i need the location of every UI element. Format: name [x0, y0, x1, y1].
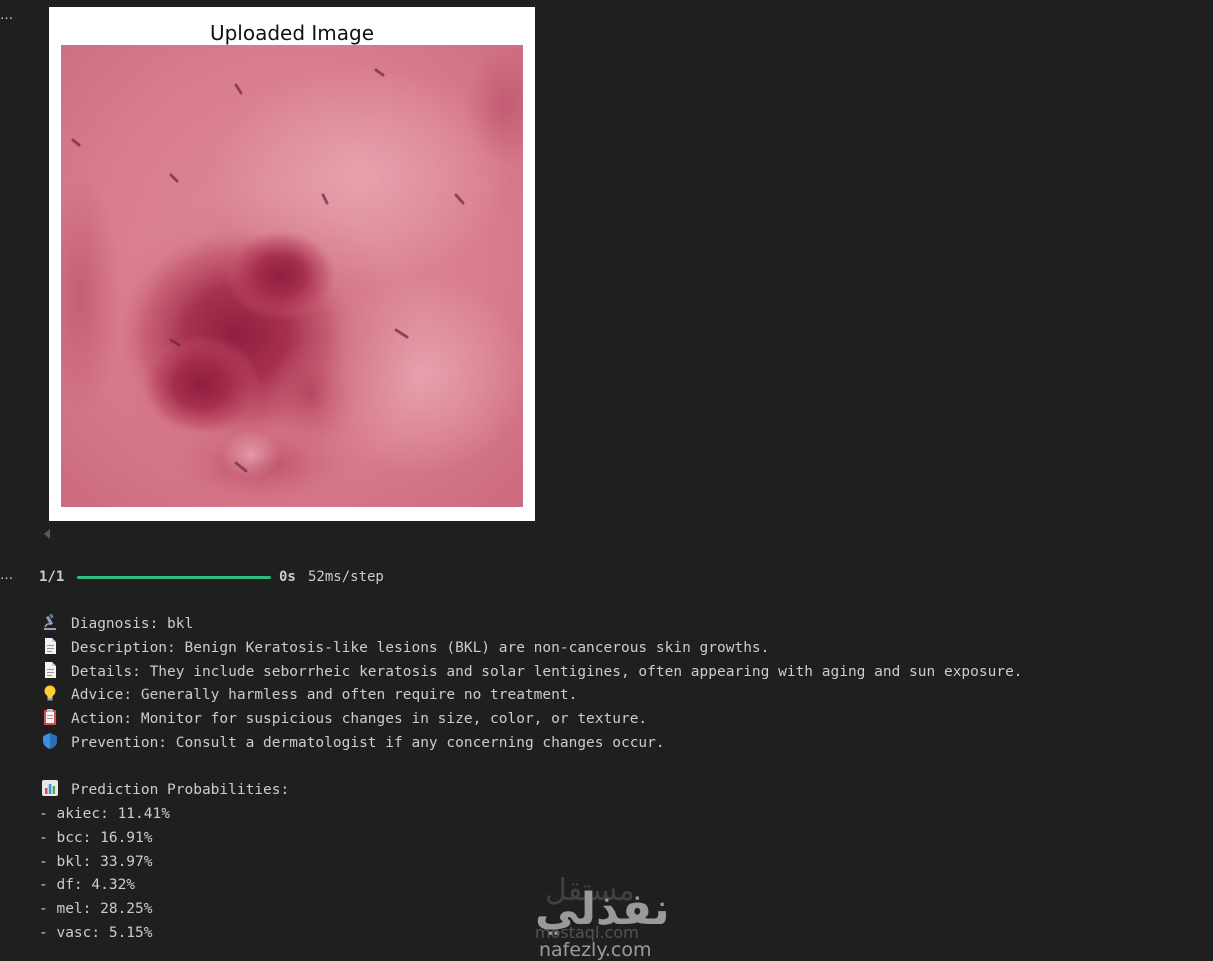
document-icon — [45, 638, 56, 654]
probabilities-header: Prediction Probabilities: — [71, 782, 290, 798]
microscope-icon — [44, 613, 56, 630]
description-text: Description: Benign Keratosis-like lesio… — [71, 640, 770, 656]
lightbulb-icon — [44, 685, 56, 701]
watermark-logo: مستقل نفذلي mostaql.com nafezly.com — [535, 873, 670, 960]
details-text: Details: They include seborrheic keratos… — [71, 664, 1023, 680]
probability-item: - bcc: 16.91% — [39, 830, 153, 846]
probability-item: - vasc: 5.15% — [39, 925, 153, 941]
action-text: Action: Monitor for suspicious changes i… — [71, 711, 648, 727]
prevention-line: Prevention: Consult a dermatologist if a… — [41, 732, 665, 754]
details-line: Details: They include seborrheic keratos… — [41, 661, 1023, 683]
advice-text: Advice: Generally harmless and often req… — [71, 687, 578, 703]
watermark-site: nafezly.com — [539, 939, 651, 960]
skin-lesion-image — [61, 45, 523, 507]
bar-chart-icon — [42, 780, 58, 796]
progress-bar — [77, 576, 271, 579]
advice-line: Advice: Generally harmless and often req… — [41, 684, 577, 706]
cell-output-menu-icon[interactable]: … — [0, 569, 13, 582]
diagnosis-line: Diagnosis: bkl — [41, 613, 193, 635]
clipboard-icon — [44, 709, 56, 725]
probability-item: - akiec: 11.41% — [39, 806, 170, 822]
uploaded-image-figure: Uploaded Image — [49, 7, 535, 521]
prevention-text: Prevention: Consult a dermatologist if a… — [71, 735, 665, 751]
diagnosis-text: Diagnosis: bkl — [71, 616, 194, 632]
probability-item: - mel: 28.25% — [39, 901, 153, 917]
probability-item: - bkl: 33.97% — [39, 854, 153, 870]
action-line: Action: Monitor for suspicious changes i… — [41, 708, 647, 730]
description-line: Description: Benign Keratosis-like lesio… — [41, 637, 769, 659]
scroll-left-icon[interactable] — [44, 529, 50, 539]
figure-title: Uploaded Image — [209, 21, 375, 45]
progress-count: 1/1 — [39, 569, 65, 585]
cell-output-menu-icon[interactable]: … — [0, 9, 13, 22]
probabilities-header-line: Prediction Probabilities: — [41, 779, 289, 801]
progress-bar-fill — [77, 576, 271, 579]
document-icon — [45, 662, 56, 678]
progress-step: 52ms/step — [308, 569, 384, 585]
probability-item: - df: 4.32% — [39, 877, 136, 893]
shield-icon — [43, 733, 57, 749]
progress-time: 0s — [279, 569, 296, 585]
